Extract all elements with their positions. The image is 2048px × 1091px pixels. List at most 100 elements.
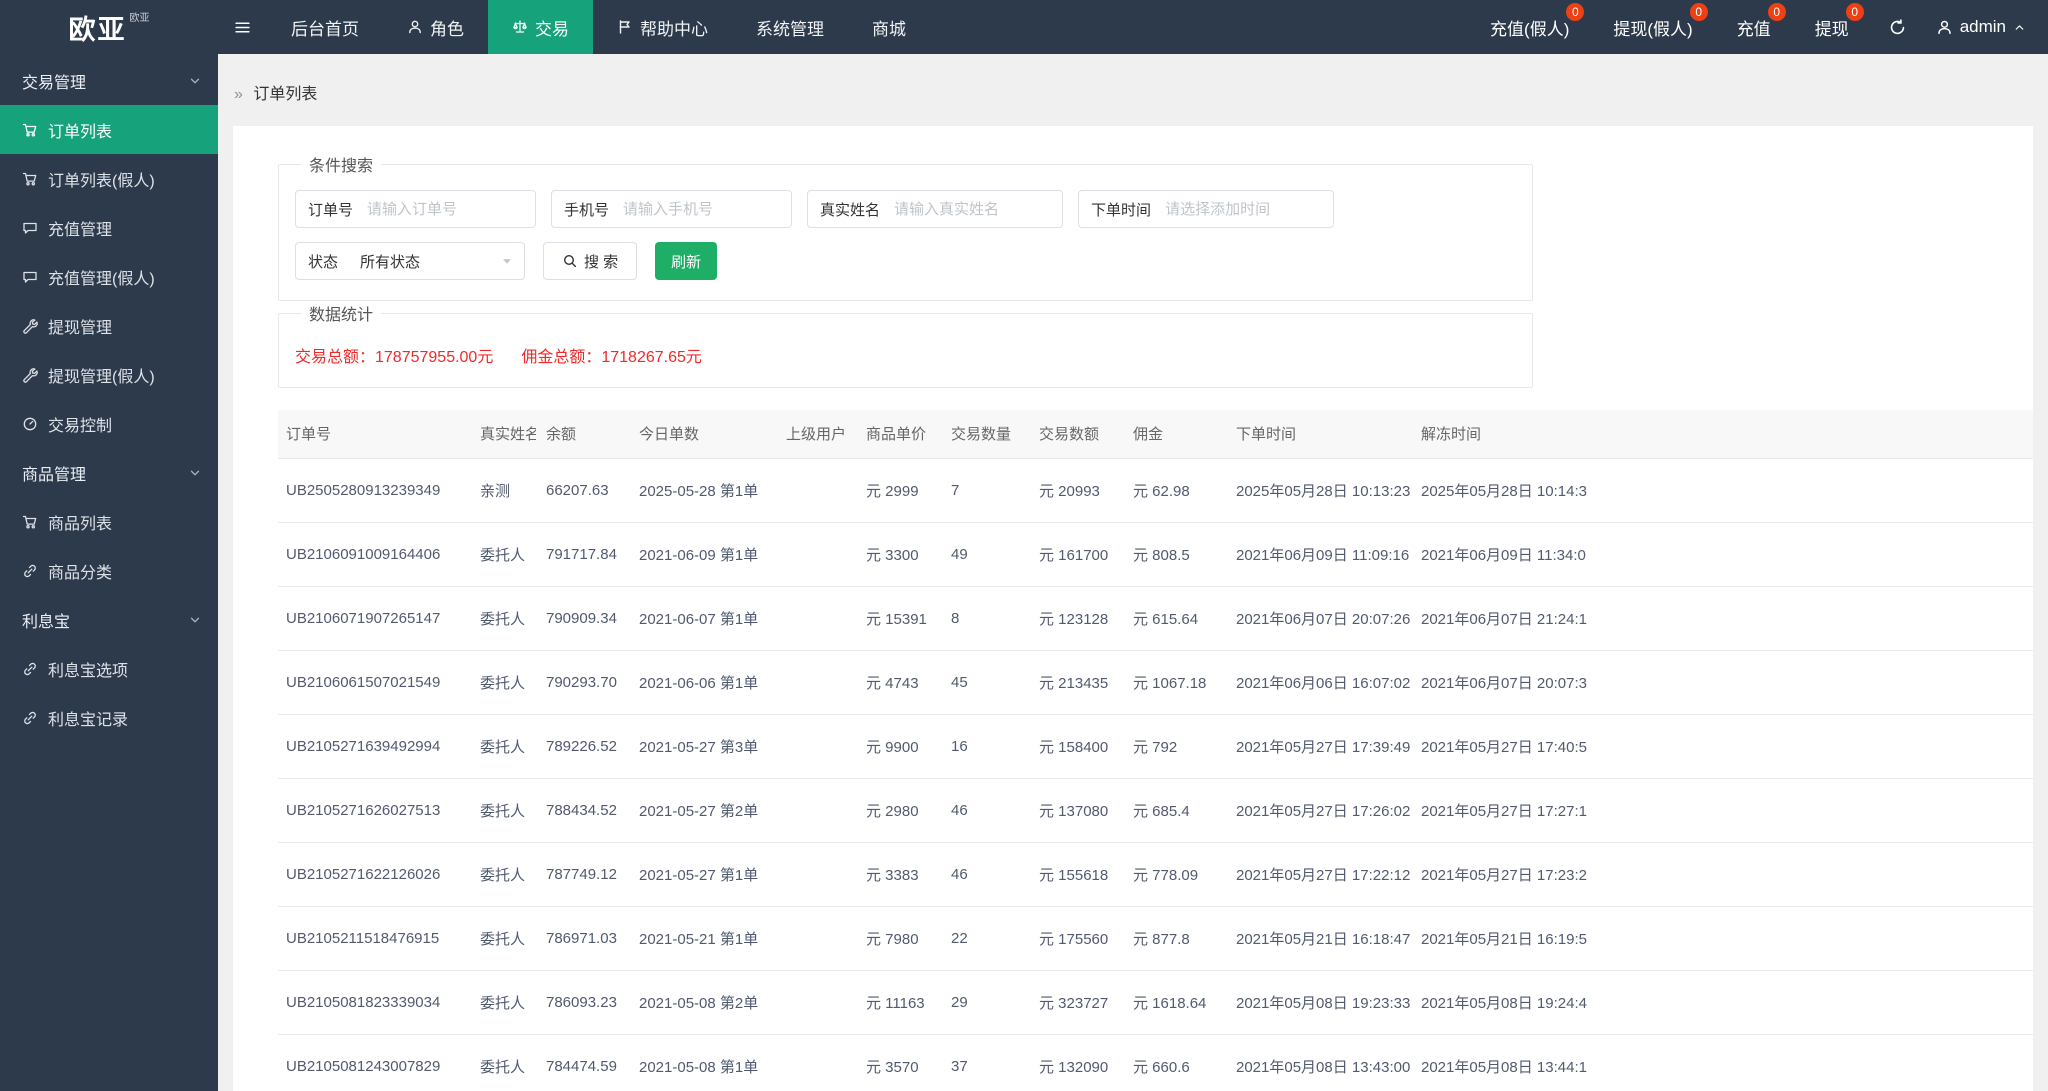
- table-row: UB2105271639492994 委托人 789226.52 2021-05-27…: [278, 714, 2033, 779]
- sidebar-item-13[interactable]: 利息宝记录: [0, 693, 218, 742]
- nav-item-1[interactable]: 角色: [383, 0, 488, 54]
- table-cell: 元 175560: [1029, 906, 1123, 971]
- nav-item-0[interactable]: 后台首页: [267, 0, 383, 54]
- user-name: admin: [1959, 17, 2006, 36]
- sidebar-item-3[interactable]: 充值管理: [0, 203, 218, 252]
- user-menu[interactable]: admin: [1924, 0, 2048, 54]
- table-cell: 788434.52: [536, 778, 629, 843]
- wrench-icon: [22, 318, 38, 334]
- stat-text: 交易总额：178757955.00元: [295, 349, 494, 366]
- table-cell: 2021-06-07 第1单: [629, 586, 776, 651]
- table-row: UB2105081243007829 委托人 784474.59 2021-05-08…: [278, 1034, 2033, 1091]
- table-cell: 790293.70: [536, 650, 629, 715]
- table-header-cell: 订单号: [278, 410, 470, 459]
- page-card: 条件搜索 订单号手机号真实姓名下单时间 状态 所有状态 搜 索: [233, 126, 2033, 1091]
- sidebar-item-10[interactable]: 商品分类: [0, 546, 218, 595]
- nav-badge-item-2[interactable]: 充值 0: [1715, 0, 1793, 54]
- sidebar-item-8[interactable]: 商品管理: [0, 448, 218, 497]
- search-button[interactable]: 搜 索: [543, 242, 638, 280]
- collapse-sidebar-button[interactable]: [218, 0, 267, 54]
- filter-label: 手机号: [564, 201, 610, 219]
- phone-input[interactable]: [621, 191, 792, 227]
- table-cell: 2021-05-08 第1单: [629, 1034, 776, 1091]
- sidebar-item-7[interactable]: 交易控制: [0, 399, 218, 448]
- sidebar-item-label: 利息宝选项: [48, 662, 129, 680]
- order-time-input[interactable]: [1163, 191, 1334, 227]
- table-cell: 2021-05-08 第2单: [629, 970, 776, 1035]
- nav-badge-item-0[interactable]: 充值(假人) 0: [1468, 0, 1591, 54]
- stat-text: 佣金总额：1718267.65元: [521, 349, 702, 366]
- reload-button[interactable]: [1871, 0, 1924, 54]
- refresh-button[interactable]: 刷新: [655, 242, 718, 280]
- sidebar-item-9[interactable]: 商品列表: [0, 497, 218, 546]
- table-cell: 元 213435: [1029, 650, 1123, 715]
- table-cell: 786093.23: [536, 970, 629, 1035]
- sidebar-item-6[interactable]: 提现管理(假人): [0, 350, 218, 399]
- table-cell: 2021-05-27 第3单: [629, 714, 776, 779]
- table-cell: [776, 970, 856, 1035]
- nav-badge-item-1[interactable]: 提现(假人) 0: [1591, 0, 1714, 54]
- table-cell: 2021-06-09 第1单: [629, 522, 776, 587]
- filter-legend: 条件搜索: [309, 158, 374, 175]
- table-cell: 元 62.98: [1123, 458, 1226, 523]
- nav-item-label: 充值: [1736, 19, 1771, 39]
- table-cell: [776, 1034, 856, 1091]
- table-cell: 委托人: [470, 714, 536, 779]
- table-cell: 787749.12: [536, 842, 629, 907]
- table-header-cell: 今日单数: [629, 410, 776, 459]
- caret-down-icon: [500, 254, 514, 268]
- nav-badge-item-3[interactable]: 提现 0: [1793, 0, 1871, 54]
- cart-icon: [22, 171, 38, 187]
- logo-sup-text: 欧亚: [129, 13, 150, 24]
- nav-item-2[interactable]: 交易: [488, 0, 593, 54]
- nav-item-label: 角色: [430, 19, 464, 39]
- table-cell: 2021-06-06 第1单: [629, 650, 776, 715]
- table-row: UB2106061507021549 委托人 790293.70 2021-06-06…: [278, 650, 2033, 715]
- filter-group-phone: 手机号: [551, 190, 793, 228]
- sidebar: 交易管理 订单列表 订单列表(假人) 充值管理 充值管理(假人) 提现管理 提现管理(假人)…: [0, 54, 218, 1091]
- sidebar-item-11[interactable]: 利息宝: [0, 595, 218, 644]
- nav-item-3[interactable]: 帮助中心: [593, 0, 732, 54]
- sidebar-item-1[interactable]: 订单列表: [0, 105, 218, 154]
- filter-group-order-time: 下单时间: [1078, 190, 1335, 228]
- table-cell: 元 155618: [1029, 842, 1123, 907]
- filter-row-2: 状态 所有状态 搜 索 刷新: [295, 242, 1516, 280]
- table-cell: 7: [941, 458, 1029, 523]
- refresh-icon: [1889, 18, 1906, 36]
- table-cell: 2021年05月27日 17:22:12: [1226, 842, 1411, 907]
- nav-item-4[interactable]: 系统管理: [732, 0, 848, 54]
- search-icon: [562, 253, 578, 269]
- sidebar-item-0[interactable]: 交易管理: [0, 56, 218, 105]
- person-icon: [407, 19, 423, 35]
- table-cell: 2025年05月28日 10:13:23: [1226, 458, 1411, 523]
- table-header-cell: 交易数量: [941, 410, 1029, 459]
- link-icon: [22, 563, 38, 579]
- table-cell: 2021年06月09日 11:09:16: [1226, 522, 1411, 587]
- notification-badge: 0: [1845, 3, 1864, 21]
- sidebar-item-4[interactable]: 充值管理(假人): [0, 252, 218, 301]
- notification-badge: 0: [1566, 3, 1585, 21]
- table-cell: 46: [941, 842, 1029, 907]
- real-name-input[interactable]: [892, 191, 1063, 227]
- table-cell: 2025年05月28日 10:14:3: [1411, 458, 2033, 523]
- table-cell: 784474.59: [536, 1034, 629, 1091]
- chevron-up-icon: [2013, 21, 2026, 34]
- table-cell: [776, 906, 856, 971]
- table-cell: 22: [941, 906, 1029, 971]
- table-cell: 元 7980: [856, 906, 941, 971]
- table-cell: UB2106061507021549: [278, 650, 470, 715]
- breadcrumb-arrow: »: [234, 86, 243, 103]
- sidebar-item-5[interactable]: 提现管理: [0, 301, 218, 350]
- sidebar-item-2[interactable]: 订单列表(假人): [0, 154, 218, 203]
- chat-icon: [22, 220, 38, 236]
- sidebar-item-12[interactable]: 利息宝选项: [0, 644, 218, 693]
- sidebar-item-label: 交易控制: [48, 417, 113, 435]
- table-cell: UB2105081823339034: [278, 970, 470, 1035]
- app-logo[interactable]: 欧亚 欧亚: [0, 0, 218, 54]
- nav-item-5[interactable]: 商城: [848, 0, 930, 54]
- orders-table-body: UB2505280913239349 亲测 66207.63 2025-05-28 第…: [278, 458, 2033, 1091]
- order-no-input[interactable]: [365, 191, 536, 227]
- status-select[interactable]: 状态 所有状态: [295, 242, 525, 280]
- refresh-button-label: 刷新: [671, 253, 702, 271]
- link-icon: [22, 710, 38, 726]
